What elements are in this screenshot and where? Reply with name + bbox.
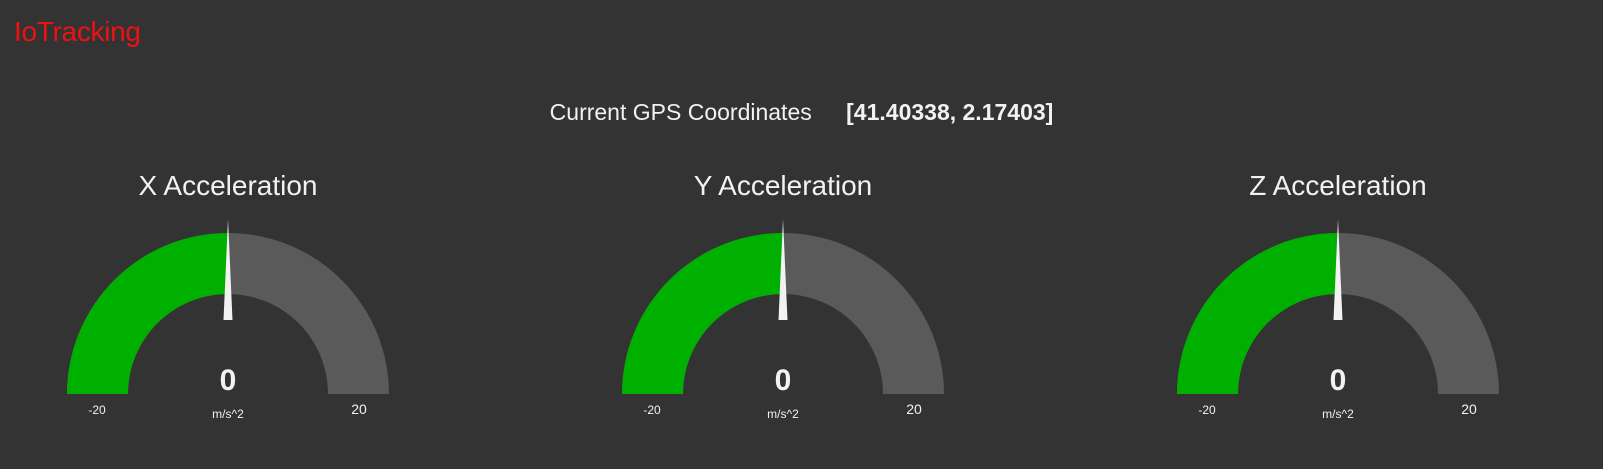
gauge-title: Z Acceleration [1249,170,1427,201]
gps-value: [41.40338, 2.17403] [846,99,1054,125]
gps-label: Current GPS Coordinates [549,99,812,125]
gauge-unit: m/s^2 [1322,407,1354,421]
gauge-value: 0 [1330,364,1347,397]
gauge-fill [1177,233,1338,394]
gauge-z-dial: 0 m/s^2 -20 20 [1177,219,1499,421]
gauge-title: Y Acceleration [693,170,873,201]
gauge-min-label: -20 [643,403,661,417]
gauge-min-label: -20 [1198,403,1216,417]
gauge-fill [67,233,228,394]
gauge-z-acceleration: Z Acceleration 0 m/s^2 -20 20 [1148,160,1528,450]
gauge-max-label: 20 [906,401,922,417]
gps-readout: Current GPS Coordinates [41.40338, 2.174… [0,96,1603,128]
gauge-min-label: -20 [88,403,106,417]
gauge-x-acceleration: X Acceleration 0 m/s^2 -20 20 [38,160,418,450]
gauge-value: 0 [775,364,792,397]
gauge-fill [622,233,783,394]
gauge-max-label: 20 [351,401,367,417]
gauge-x-dial: 0 m/s^2 -20 20 [67,219,389,421]
gauge-title: X Acceleration [138,170,318,201]
gauge-unit: m/s^2 [212,407,244,421]
gauge-y-dial: 0 m/s^2 -20 20 [622,219,944,421]
gauge-unit: m/s^2 [767,407,799,421]
gauge-y-acceleration: Y Acceleration 0 m/s^2 -20 20 [593,160,973,450]
dashboard: IoTracking Current GPS Coordinates [41.4… [0,0,1603,469]
gauge-max-label: 20 [1461,401,1477,417]
gauge-value: 0 [220,364,237,397]
app-title[interactable]: IoTracking [14,14,141,50]
